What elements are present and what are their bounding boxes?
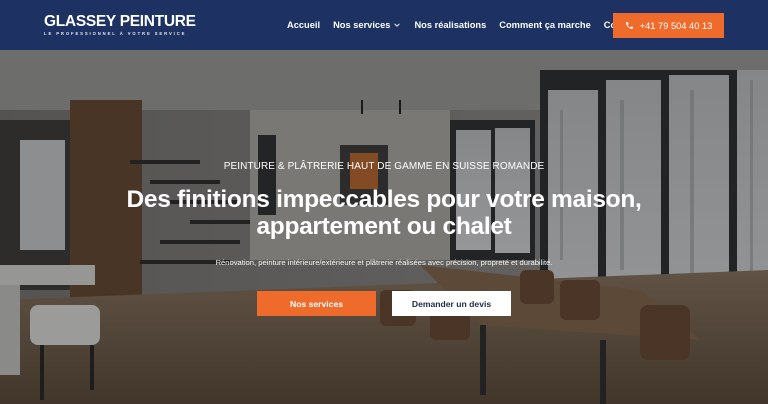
nav-item-label: Nos services bbox=[333, 20, 391, 30]
hero-section: PEINTURE & PLÂTRERIE HAUT DE GAMME EN SU… bbox=[0, 50, 768, 404]
logo-tagline: LE PROFESSIONNEL À VOTRE SERVICE bbox=[44, 31, 187, 36]
hero-headline: Des finitions impeccables pour votre mai… bbox=[126, 186, 642, 240]
logo-name: GLASSEY PEINTURE bbox=[44, 13, 196, 30]
nav-item-label: Comment ça marche bbox=[499, 20, 591, 30]
main-nav: Accueil Nos services Nos réalisations Co… bbox=[287, 0, 638, 50]
hero-eyebrow: PEINTURE & PLÂTRERIE HAUT DE GAMME EN SU… bbox=[223, 161, 545, 172]
phone-icon bbox=[625, 22, 633, 29]
nav-item-accueil[interactable]: Accueil bbox=[287, 20, 320, 30]
nav-item-realisations[interactable]: Nos réalisations bbox=[414, 20, 486, 30]
logo[interactable]: GLASSEY PEINTURE LE PROFESSIONNEL À VOTR… bbox=[44, 14, 196, 37]
nav-item-label: Nos réalisations bbox=[414, 20, 487, 30]
phone-button[interactable]: +41 79 504 40 13 bbox=[613, 13, 724, 38]
hero-content: PEINTURE & PLÂTRERIE HAUT DE GAMME EN SU… bbox=[0, 50, 768, 404]
nav-item-label: Accueil bbox=[287, 20, 321, 30]
nav-item-comment-ca-marche[interactable]: Comment ça marche bbox=[499, 20, 590, 30]
quote-request-button[interactable]: Demander un devis bbox=[392, 291, 511, 316]
chevron-down-icon bbox=[394, 23, 401, 27]
services-button[interactable]: Nos services bbox=[257, 291, 376, 316]
phone-number: +41 79 504 40 13 bbox=[639, 20, 713, 31]
nav-item-services[interactable]: Nos services bbox=[333, 20, 401, 30]
hero-subline: Rénovation, peinture intérieure/extérieu… bbox=[215, 258, 553, 267]
site-header: GLASSEY PEINTURE LE PROFESSIONNEL À VOTR… bbox=[0, 0, 768, 50]
